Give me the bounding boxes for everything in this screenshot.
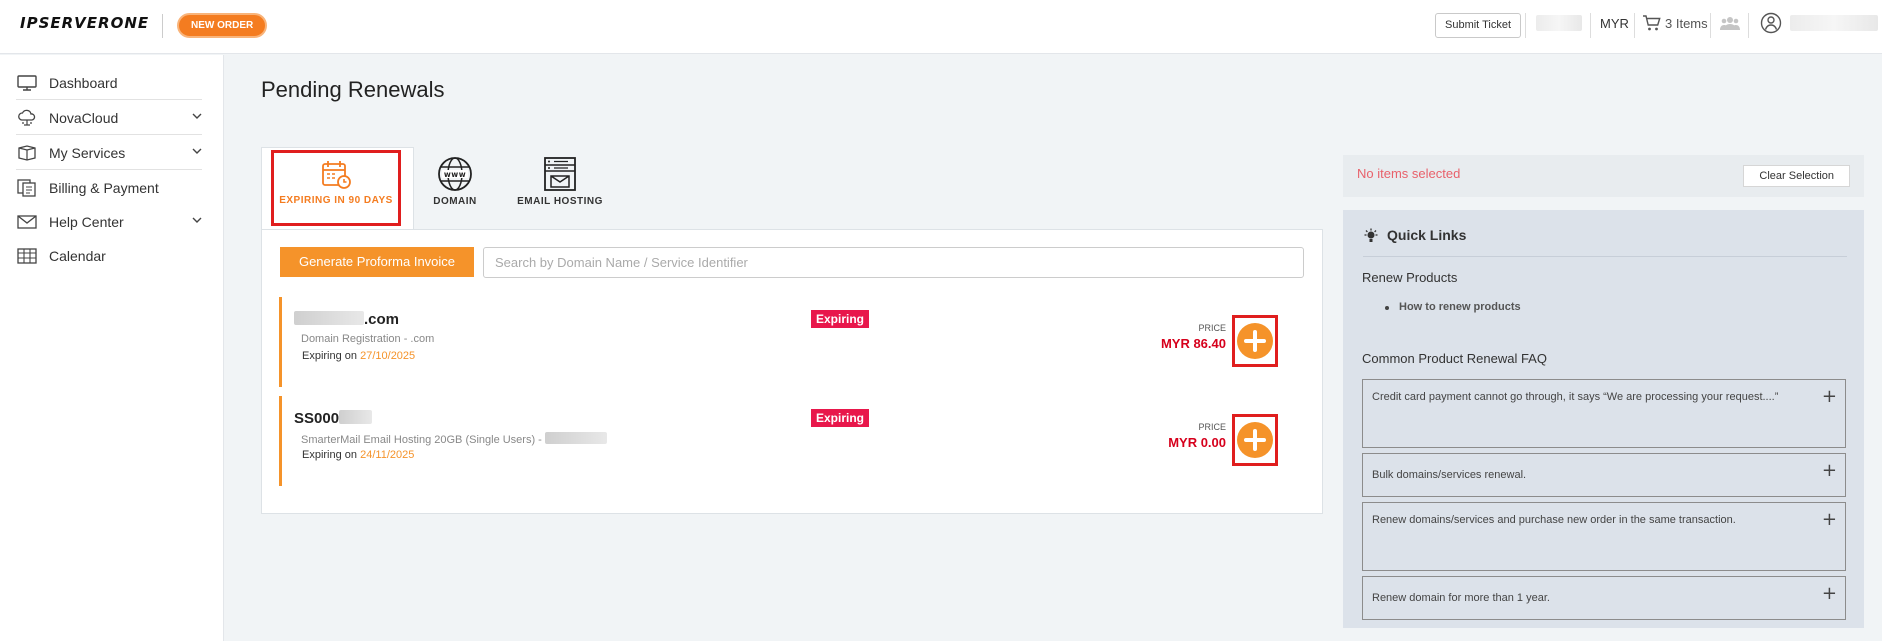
renewal-name: .com [294,311,399,328]
faq-question: Bulk domains/services renewal. [1372,469,1527,481]
cart-count: 3 Items [1665,15,1708,31]
sidebar-item-my-services[interactable]: My Services [16,136,202,170]
price-value: MYR 0.00 [1168,435,1226,450]
faq-question: Credit card payment cannot go through, i… [1372,391,1779,403]
renewal-description: SmarterMail Email Hosting 20GB (Single U… [301,432,607,446]
email-hosting-icon [544,157,576,191]
plus-icon[interactable]: + [1822,583,1837,604]
chevron-down-icon [192,217,202,223]
cart-button[interactable]: 3 Items [1642,14,1708,32]
monitor-icon [16,74,38,92]
sidebar-item-label: My Services [49,144,126,161]
faq-item[interactable]: Renew domains/services and purchase new … [1362,502,1846,571]
status-badge: Expiring [811,310,870,328]
faq-item[interactable]: Bulk domains/services renewal. + [1362,453,1846,497]
tab-label: DOMAIN [433,196,477,207]
chevron-down-icon [192,113,202,119]
plus-icon[interactable]: + [1822,509,1837,530]
calendar-grid-icon [16,247,38,265]
calendar-clock-icon [322,161,351,189]
svg-text:www: www [444,170,466,179]
selection-status: No items selected [1357,166,1461,181]
generate-proforma-invoice-button[interactable]: Generate Proforma Invoice [280,247,474,277]
plus-circle-icon [1237,422,1273,458]
cloud-icon [16,109,38,127]
tab-label: EMAIL HOSTING [517,196,603,207]
plus-circle-icon [1237,323,1273,359]
ipserverone-logo[interactable]: IPSERVERONE [20,14,149,32]
topbar-divider [1590,13,1591,38]
blurred-username [1790,15,1878,31]
quick-links-title: Quick Links [1387,227,1467,243]
sidebar-item-label: NovaCloud [49,109,119,126]
renewal-item: .com Domain Registration - .com Expiring… [279,297,1304,387]
how-to-renew-link[interactable]: How to renew products [1385,301,1521,313]
cart-icon [1643,15,1661,31]
status-badge: Expiring [811,409,870,427]
sidebar-item-calendar[interactable]: Calendar [16,239,202,273]
user-account-icon[interactable] [1760,12,1782,39]
blurred-account-balance [1536,15,1582,31]
currency-selector[interactable]: MYR [1600,16,1629,31]
price-label: PRICE [1198,422,1226,432]
renewal-expiry: Expiring on 24/11/2025 [302,449,415,461]
submit-ticket-button[interactable]: Submit Ticket [1435,13,1522,38]
renewal-description: Domain Registration - .com [301,333,435,345]
sidebar-item-help-center[interactable]: Help Center [16,205,202,239]
quick-links-panel: Quick Links Renew Products How to renew … [1343,210,1864,628]
plus-icon[interactable]: + [1822,386,1837,407]
tab-email-hosting[interactable]: EMAIL HOSTING [510,150,610,226]
faq-question: Renew domain for more than 1 year. [1372,592,1550,604]
faq-item[interactable]: Credit card payment cannot go through, i… [1362,379,1846,448]
price-label: PRICE [1198,323,1226,333]
selection-bar: No items selected Clear Selection [1343,155,1864,197]
plus-icon[interactable]: + [1822,460,1837,481]
logo-divider [162,14,163,38]
sidebar-item-label: Calendar [49,248,106,264]
faq-question: Renew domains/services and purchase new … [1372,514,1736,526]
billing-icon [16,179,38,197]
globe-www-icon: www [438,157,472,191]
blurred-domain-name [294,311,364,325]
sidebar-item-label: Help Center [49,214,124,230]
sidebar-item-billing-payment[interactable]: Billing & Payment [16,171,202,205]
topbar-divider [1710,13,1711,38]
add-to-selection-button[interactable] [1232,414,1278,466]
blurred-service-detail [544,432,607,444]
sidebar-item-label: Billing & Payment [49,180,159,196]
renew-products-heading: Renew Products [1362,270,1458,285]
faq-item[interactable]: Renew domain for more than 1 year. + [1362,576,1846,620]
chevron-down-icon [192,148,202,154]
box-icon [16,144,38,162]
sidebar-item-label: Dashboard [49,74,118,91]
price-value: MYR 86.40 [1160,336,1226,351]
add-to-selection-button[interactable] [1232,315,1278,367]
expiry-date: 27/10/2025 [360,350,416,362]
clear-selection-button[interactable]: Clear Selection [1743,165,1850,187]
tab-label: EXPIRING IN 90 DAYS [279,195,393,206]
renewal-name: SS000 [294,410,373,427]
lightbulb-icon [1364,228,1378,242]
tab-expiring-in-90-days[interactable]: EXPIRING IN 90 DAYS [271,150,401,226]
sidebar-item-novacloud[interactable]: NovaCloud [16,101,202,135]
quick-links-header: Quick Links [1363,227,1847,257]
sidebar-item-dashboard[interactable]: Dashboard [16,66,202,100]
top-bar: IPSERVERONE NEW ORDER Submit Ticket MYR … [0,0,1882,54]
expiry-date: 24/11/2025 [360,449,415,461]
renewal-item: SS000 SmarterMail Email Hosting 20GB (Si… [279,396,1304,486]
mail-icon [16,213,38,231]
topbar-divider [1748,13,1749,38]
topbar-divider [1525,13,1526,38]
new-order-button[interactable]: NEW ORDER [177,13,268,38]
faq-heading: Common Product Renewal FAQ [1362,351,1547,366]
topbar-divider [1634,13,1635,38]
team-icon[interactable] [1720,15,1740,36]
renewal-expiry: Expiring on 27/10/2025 [302,350,416,362]
search-input[interactable] [483,247,1304,278]
sidebar: Dashboard NovaCloud My Services Billing … [0,55,224,641]
page-title: Pending Renewals [261,77,445,102]
tab-domain[interactable]: www DOMAIN [420,150,490,226]
blurred-service-id [339,410,373,424]
